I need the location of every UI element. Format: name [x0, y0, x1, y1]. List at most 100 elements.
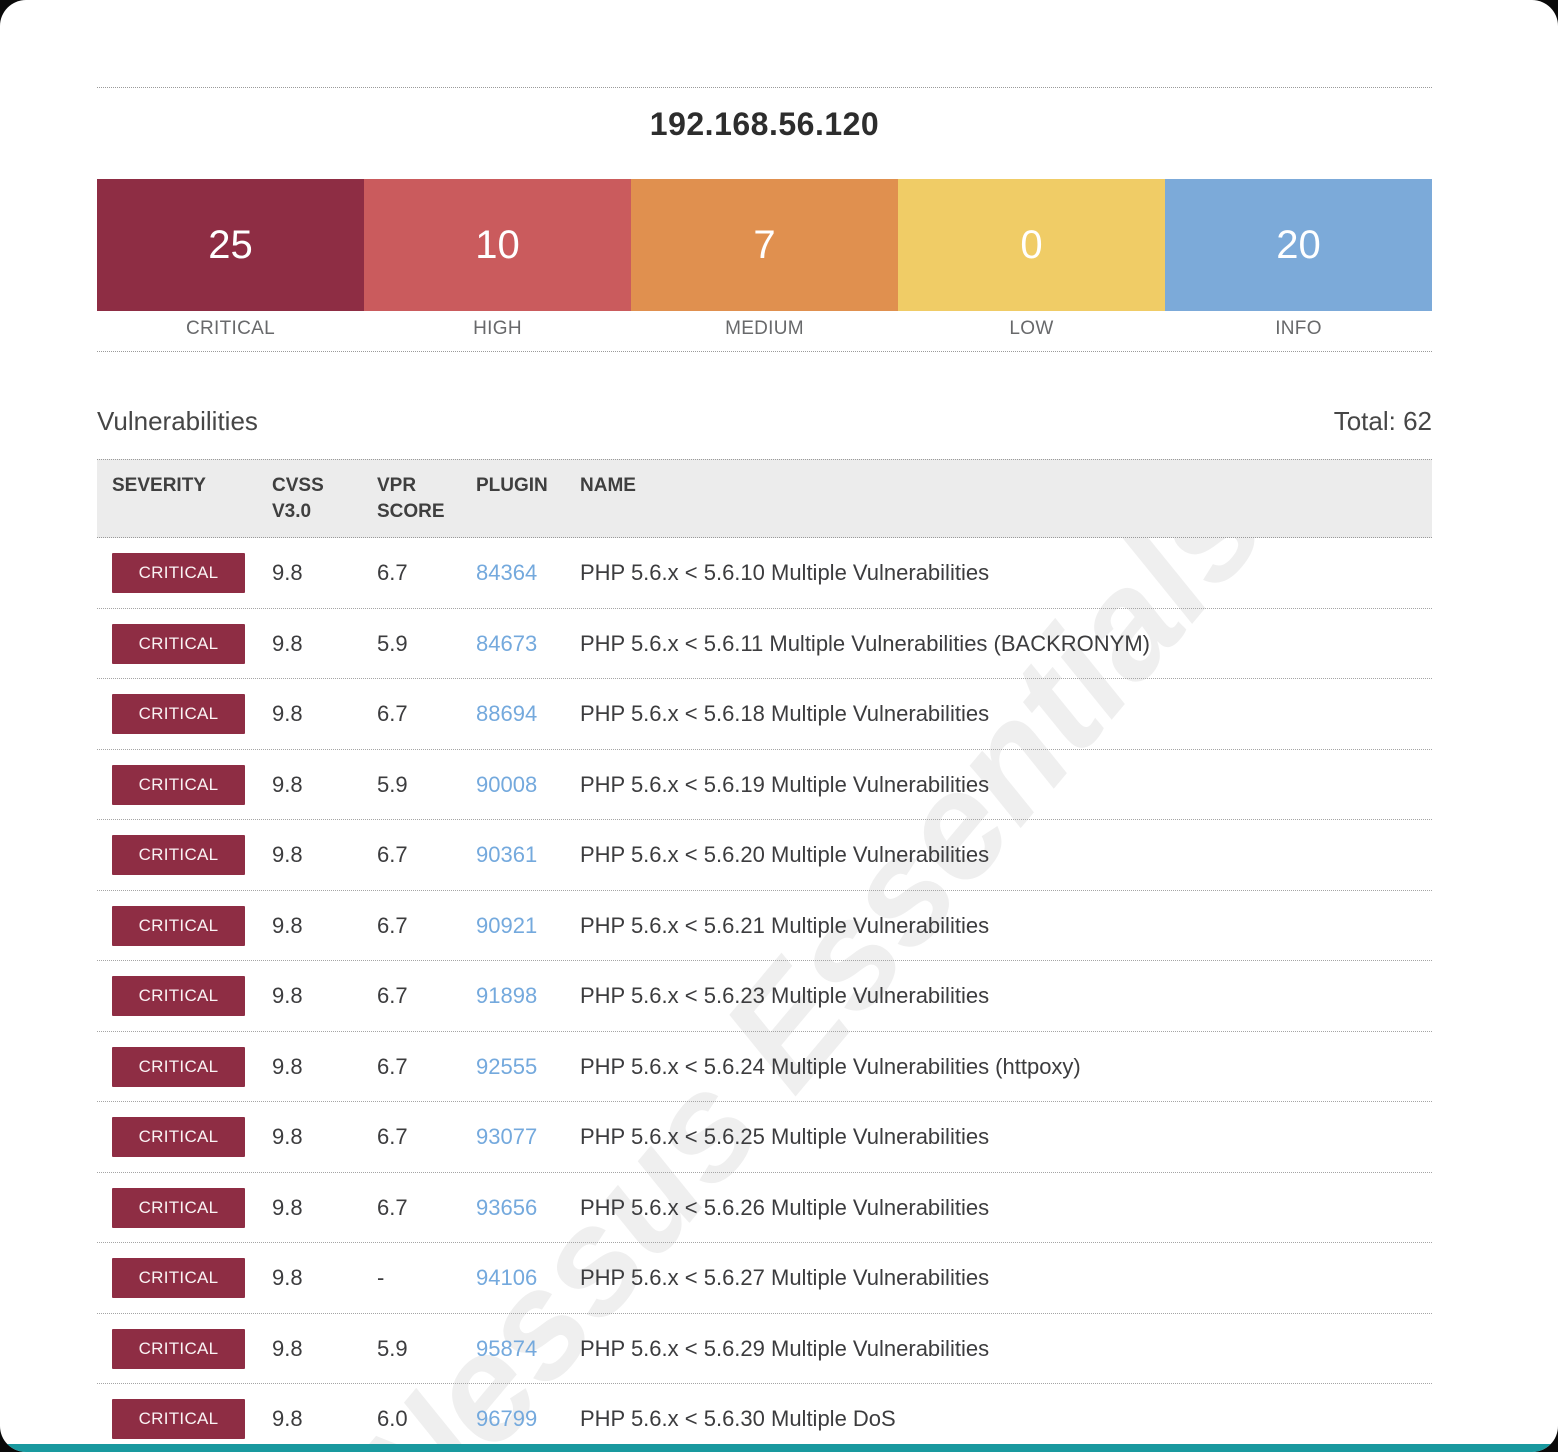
- table-row: CRITICAL 9.8 6.7 88694 PHP 5.6.x < 5.6.1…: [97, 679, 1432, 750]
- summary-divider: [97, 351, 1432, 352]
- vpr-score: 6.7: [377, 913, 476, 939]
- vpr-score: 6.7: [377, 560, 476, 586]
- vulnerability-name: PHP 5.6.x < 5.6.29 Multiple Vulnerabilit…: [580, 1336, 1432, 1362]
- severity-label-low: LOW: [898, 311, 1165, 351]
- vpr-score: 6.7: [377, 842, 476, 868]
- cvss-score: 9.8: [272, 983, 377, 1009]
- plugin-link[interactable]: 95874: [476, 1336, 537, 1361]
- cvss-score: 9.8: [272, 1406, 377, 1432]
- column-header-name: NAME: [580, 473, 1432, 524]
- vpr-score: 5.9: [377, 1336, 476, 1362]
- vulnerability-name: PHP 5.6.x < 5.6.10 Multiple Vulnerabilit…: [580, 560, 1432, 586]
- severity-segment-medium: 7: [631, 179, 898, 311]
- severity-count: 0: [1020, 223, 1042, 268]
- plugin-link[interactable]: 92555: [476, 1054, 537, 1079]
- severity-label-medium: MEDIUM: [631, 311, 898, 351]
- severity-badge: CRITICAL: [112, 1047, 245, 1087]
- table-row: CRITICAL 9.8 6.7 93077 PHP 5.6.x < 5.6.2…: [97, 1102, 1432, 1173]
- severity-summary-bar: 25 10 7 0 20: [97, 179, 1432, 311]
- cvss-score: 9.8: [272, 913, 377, 939]
- vulnerability-name: PHP 5.6.x < 5.6.27 Multiple Vulnerabilit…: [580, 1265, 1432, 1291]
- table-row: CRITICAL 9.8 5.9 90008 PHP 5.6.x < 5.6.1…: [97, 750, 1432, 821]
- table-row: CRITICAL 9.8 6.7 84364 PHP 5.6.x < 5.6.1…: [97, 538, 1432, 609]
- table-row: CRITICAL 9.8 6.0 96799 PHP 5.6.x < 5.6.3…: [97, 1384, 1432, 1452]
- severity-summary-labels: CRITICALHIGHMEDIUMLOWINFO: [97, 311, 1432, 351]
- cvss-score: 9.8: [272, 1195, 377, 1221]
- plugin-link[interactable]: 96799: [476, 1406, 537, 1431]
- plugin-link[interactable]: 90008: [476, 772, 537, 797]
- plugin-link[interactable]: 94106: [476, 1265, 537, 1290]
- vulnerability-name: PHP 5.6.x < 5.6.24 Multiple Vulnerabilit…: [580, 1054, 1432, 1080]
- severity-badge: CRITICAL: [112, 976, 245, 1016]
- severity-count: 7: [753, 223, 775, 268]
- column-header-plugin: PLUGIN: [476, 473, 580, 524]
- severity-label-high: HIGH: [364, 311, 631, 351]
- cvss-score: 9.8: [272, 701, 377, 727]
- total-count: Total: 62: [1334, 406, 1432, 437]
- vulnerability-table: SEVERITY CVSS V3.0 VPR SCORE PLUGIN NAME…: [97, 459, 1432, 1452]
- severity-segment-high: 10: [364, 179, 631, 311]
- plugin-link[interactable]: 90921: [476, 913, 537, 938]
- vulnerability-name: PHP 5.6.x < 5.6.21 Multiple Vulnerabilit…: [580, 913, 1432, 939]
- section-title: Vulnerabilities: [97, 406, 258, 437]
- bottom-accent-bar: [0, 1444, 1558, 1452]
- vpr-score: 6.7: [377, 1054, 476, 1080]
- severity-count: 20: [1276, 223, 1321, 268]
- cvss-score: 9.8: [272, 842, 377, 868]
- severity-label-critical: CRITICAL: [97, 311, 364, 351]
- severity-badge: CRITICAL: [112, 1399, 245, 1439]
- severity-label-info: INFO: [1165, 311, 1432, 351]
- severity-badge: CRITICAL: [112, 1329, 245, 1369]
- severity-segment-critical: 25: [97, 179, 364, 311]
- table-row: CRITICAL 9.8 5.9 84673 PHP 5.6.x < 5.6.1…: [97, 609, 1432, 680]
- plugin-link[interactable]: 84673: [476, 631, 537, 656]
- vulnerability-name: PHP 5.6.x < 5.6.30 Multiple DoS: [580, 1406, 1432, 1432]
- vulnerability-name: PHP 5.6.x < 5.6.19 Multiple Vulnerabilit…: [580, 772, 1432, 798]
- column-header-vpr: VPR SCORE: [377, 473, 476, 524]
- cvss-score: 9.8: [272, 560, 377, 586]
- cvss-score: 9.8: [272, 1336, 377, 1362]
- cvss-score: 9.8: [272, 1124, 377, 1150]
- table-row: CRITICAL 9.8 6.7 92555 PHP 5.6.x < 5.6.2…: [97, 1032, 1432, 1103]
- vulnerability-name: PHP 5.6.x < 5.6.20 Multiple Vulnerabilit…: [580, 842, 1432, 868]
- table-row: CRITICAL 9.8 6.7 91898 PHP 5.6.x < 5.6.2…: [97, 961, 1432, 1032]
- vpr-score: 5.9: [377, 772, 476, 798]
- table-row: CRITICAL 9.8 6.7 90361 PHP 5.6.x < 5.6.2…: [97, 820, 1432, 891]
- severity-badge: CRITICAL: [112, 1188, 245, 1228]
- plugin-link[interactable]: 90361: [476, 842, 537, 867]
- vpr-score: -: [377, 1265, 476, 1291]
- plugin-link[interactable]: 84364: [476, 560, 537, 585]
- severity-segment-low: 0: [898, 179, 1165, 311]
- severity-count: 25: [208, 223, 253, 268]
- severity-badge: CRITICAL: [112, 906, 245, 946]
- column-header-severity: SEVERITY: [97, 473, 272, 524]
- severity-badge: CRITICAL: [112, 765, 245, 805]
- severity-badge: CRITICAL: [112, 1117, 245, 1157]
- table-row: CRITICAL 9.8 5.9 95874 PHP 5.6.x < 5.6.2…: [97, 1314, 1432, 1385]
- plugin-link[interactable]: 93077: [476, 1124, 537, 1149]
- report-page: Nessus Essentials 192.168.56.120 25 10 7…: [0, 0, 1558, 1452]
- vulnerability-name: PHP 5.6.x < 5.6.18 Multiple Vulnerabilit…: [580, 701, 1432, 727]
- plugin-link[interactable]: 88694: [476, 701, 537, 726]
- severity-count: 10: [475, 223, 520, 268]
- vpr-score: 6.0: [377, 1406, 476, 1432]
- severity-badge: CRITICAL: [112, 624, 245, 664]
- column-header-cvss: CVSS V3.0: [272, 473, 377, 524]
- plugin-link[interactable]: 91898: [476, 983, 537, 1008]
- vulnerability-name: PHP 5.6.x < 5.6.25 Multiple Vulnerabilit…: [580, 1124, 1432, 1150]
- vpr-score: 6.7: [377, 1195, 476, 1221]
- cvss-score: 9.8: [272, 631, 377, 657]
- vpr-score: 6.7: [377, 701, 476, 727]
- top-divider: [97, 87, 1432, 88]
- severity-badge: CRITICAL: [112, 694, 245, 734]
- vulnerability-name: PHP 5.6.x < 5.6.26 Multiple Vulnerabilit…: [580, 1195, 1432, 1221]
- cvss-score: 9.8: [272, 772, 377, 798]
- vpr-score: 6.7: [377, 983, 476, 1009]
- severity-badge: CRITICAL: [112, 835, 245, 875]
- table-row: CRITICAL 9.8 6.7 93656 PHP 5.6.x < 5.6.2…: [97, 1173, 1432, 1244]
- table-header-row: SEVERITY CVSS V3.0 VPR SCORE PLUGIN NAME: [97, 459, 1432, 538]
- severity-badge: CRITICAL: [112, 553, 245, 593]
- severity-segment-info: 20: [1165, 179, 1432, 311]
- cvss-score: 9.8: [272, 1265, 377, 1291]
- plugin-link[interactable]: 93656: [476, 1195, 537, 1220]
